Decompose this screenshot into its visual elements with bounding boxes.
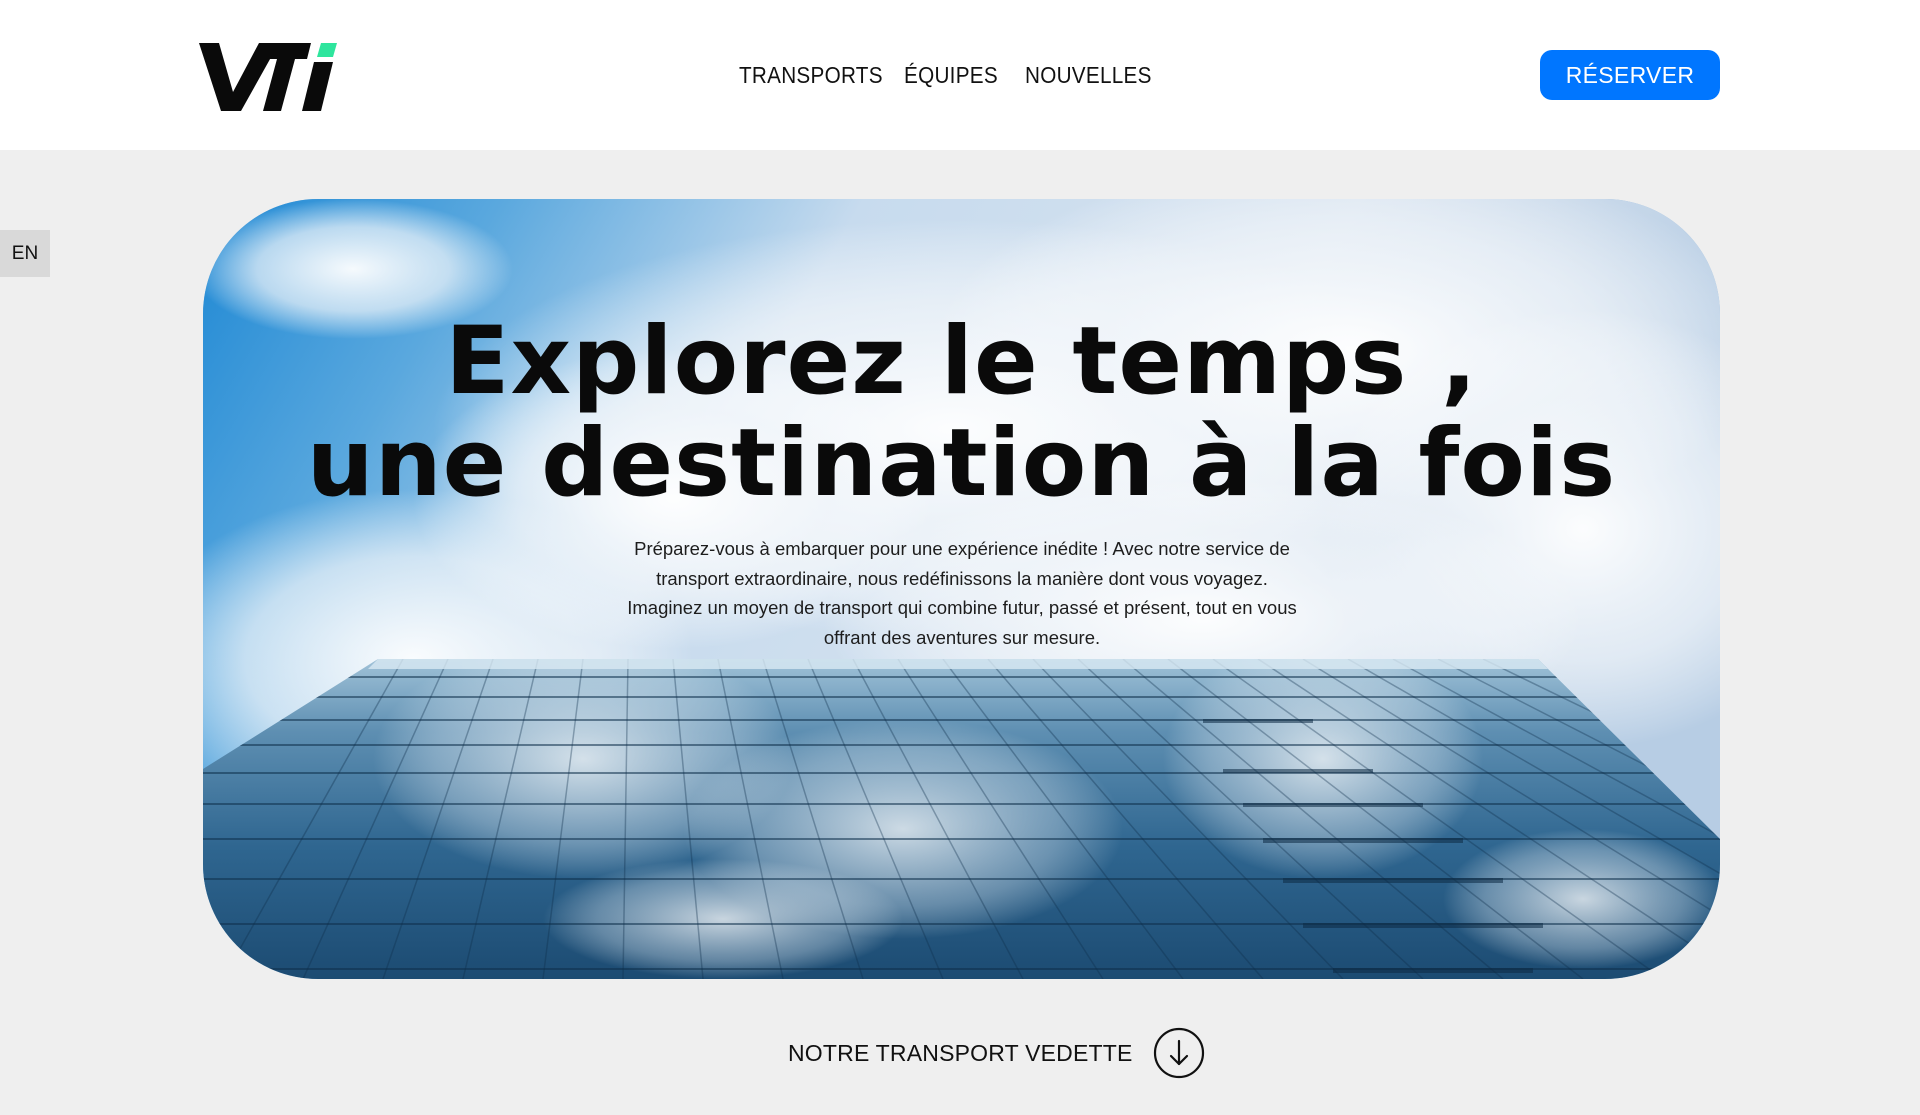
hero-title-line-1: Explorez le temps , <box>445 307 1478 416</box>
hero-title-line-2: une destination à la fois <box>306 409 1617 518</box>
featured-transport-label: NOTRE TRANSPORT VEDETTE <box>788 1039 1133 1066</box>
nav-equipes-link[interactable]: ÉQUIPES <box>904 58 998 92</box>
nav-nouvelles-link[interactable]: NOUVELLES <box>1025 58 1152 92</box>
vti-logo-icon <box>199 43 337 111</box>
hero-description: Préparez-vous à embarquer pour une expér… <box>627 538 1297 648</box>
vti-logo[interactable] <box>199 40 337 112</box>
arrow-down-circle-icon <box>1153 1027 1204 1079</box>
site-header: TRANSPORTS ÉQUIPES NOUVELLES RÉSERVER <box>0 0 1920 150</box>
hero-section: Explorez le temps , une destination à la… <box>203 199 1720 979</box>
hero-title: Explorez le temps , une destination à la… <box>203 311 1720 515</box>
reserve-button[interactable]: RÉSERVER <box>1540 50 1720 100</box>
language-toggle[interactable]: EN <box>0 230 50 277</box>
nav-transports-link[interactable]: TRANSPORTS <box>739 58 883 92</box>
featured-transport-link[interactable]: NOTRE TRANSPORT VEDETTE <box>788 1027 1205 1079</box>
